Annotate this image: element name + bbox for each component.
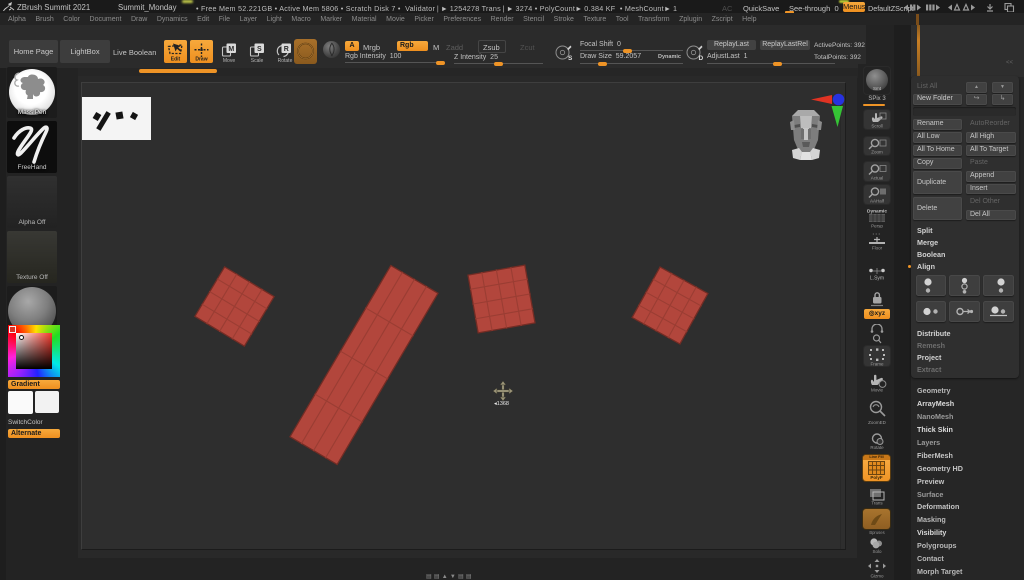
svg-text:S: S — [257, 46, 262, 53]
svg-text:D: D — [699, 55, 704, 62]
svg-text:Zoom: Zoom — [871, 150, 883, 155]
svg-text:Floor: Floor — [872, 246, 883, 251]
svg-text:Scroll: Scroll — [871, 124, 882, 129]
svg-text:Rotate: Rotate — [870, 445, 884, 450]
svg-text:Persp: Persp — [871, 224, 883, 229]
svg-text:Movie: Movie — [871, 388, 884, 393]
svg-text:S: S — [568, 55, 573, 62]
svg-text:Draw: Draw — [195, 57, 207, 63]
svg-text:Edit: Edit — [171, 57, 181, 63]
svg-text:M: M — [228, 46, 234, 53]
svg-text:ZoomED: ZoomED — [868, 420, 887, 425]
svg-text:L.Sym: L.Sym — [870, 276, 884, 282]
svg-text:Move: Move — [223, 58, 235, 63]
svg-text:Rotate: Rotate — [278, 58, 293, 63]
svg-text:Dynamic: Dynamic — [867, 209, 887, 215]
svg-text:R: R — [284, 46, 289, 53]
svg-text:Actual: Actual — [871, 176, 884, 181]
svg-text:Trans: Trans — [871, 501, 883, 506]
svg-text:Scale: Scale — [251, 58, 264, 63]
svg-text:Gizmo: Gizmo — [870, 574, 883, 579]
svg-text:Solo: Solo — [872, 549, 882, 554]
svg-text:Frame: Frame — [870, 362, 883, 367]
svg-text:AAHalf: AAHalf — [870, 199, 885, 204]
